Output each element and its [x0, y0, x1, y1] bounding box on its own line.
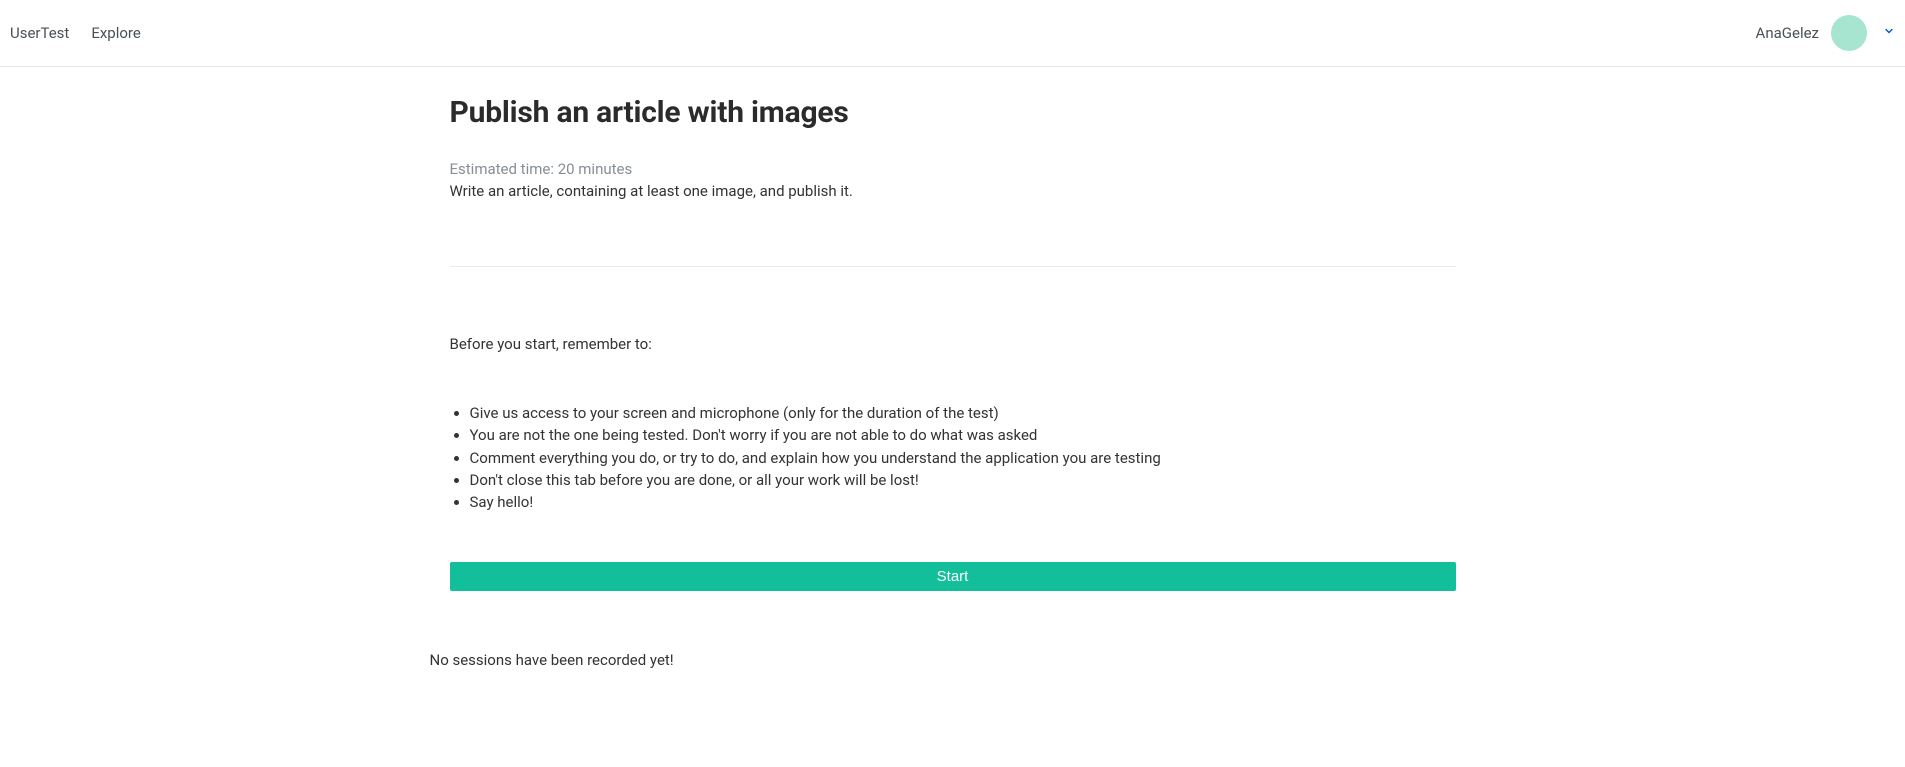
no-sessions-text: No sessions have been recorded yet! — [430, 651, 1476, 669]
list-item: Don't close this tab before you are done… — [470, 470, 1456, 490]
estimated-time: Estimated time: 20 minutes — [450, 160, 1456, 178]
sessions-wrap: No sessions have been recorded yet! — [420, 651, 1486, 669]
page-title: Publish an article with images — [450, 95, 1456, 130]
explore-link[interactable]: Explore — [91, 24, 141, 42]
chevron-down-icon[interactable] — [1883, 25, 1895, 41]
list-item: Comment everything you do, or try to do,… — [470, 448, 1456, 468]
nav-left: UserTest Explore — [10, 24, 141, 42]
start-button[interactable]: Start — [450, 562, 1456, 591]
content-wrap: Publish an article with images Estimated… — [440, 95, 1466, 591]
reminder-list: Give us access to your screen and microp… — [450, 403, 1456, 512]
avatar[interactable] — [1831, 15, 1867, 51]
brand-link[interactable]: UserTest — [10, 24, 69, 42]
divider — [450, 266, 1456, 267]
site-header: UserTest Explore AnaGelez — [0, 0, 1905, 67]
nav-right: AnaGelez — [1756, 15, 1895, 51]
list-item: Say hello! — [470, 492, 1456, 512]
before-start-heading: Before you start, remember to: — [450, 335, 1456, 353]
list-item: You are not the one being tested. Don't … — [470, 425, 1456, 445]
username-label[interactable]: AnaGelez — [1756, 24, 1819, 42]
instruction-text: Write an article, containing at least on… — [450, 182, 1456, 200]
list-item: Give us access to your screen and microp… — [470, 403, 1456, 423]
